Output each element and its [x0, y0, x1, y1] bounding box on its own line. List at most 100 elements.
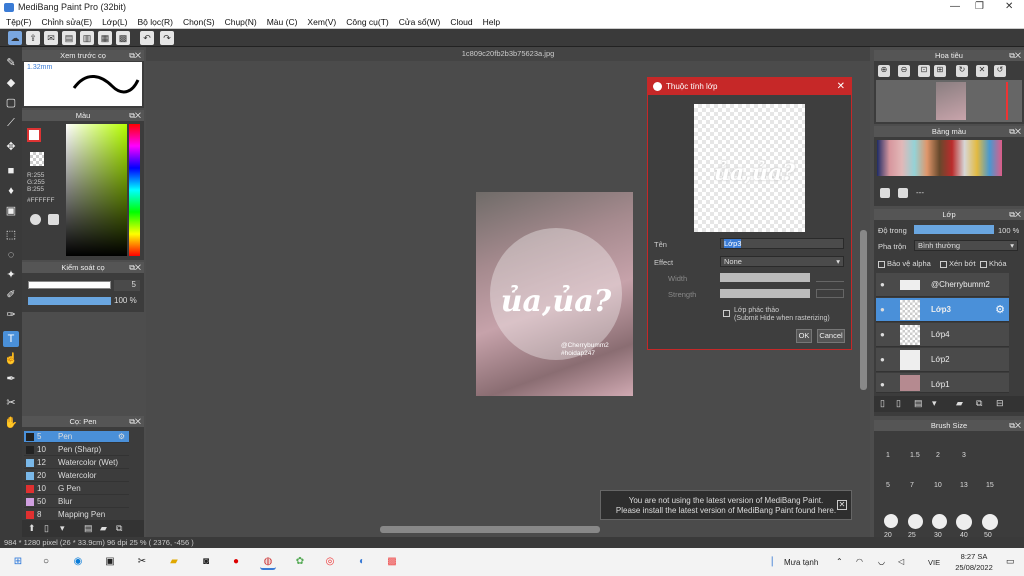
rectangle-tool-icon[interactable]: ▢ — [3, 95, 19, 111]
search-icon[interactable]: ○ — [38, 554, 54, 570]
cancel-button[interactable]: Cancel — [817, 329, 845, 343]
line-tool-icon[interactable]: ⟋ — [3, 115, 19, 131]
select-pen-icon[interactable]: ✐ — [3, 287, 19, 303]
document-image[interactable]: ủa,ủa? @Cherrybumm2 #hoidap247 — [476, 192, 633, 396]
brush-opacity-slider[interactable] — [28, 297, 111, 305]
brush-size-option[interactable]: 3 — [962, 452, 966, 459]
gear-icon[interactable]: ⚙ — [118, 431, 125, 443]
zoom-in-icon[interactable]: ⊕ — [878, 65, 890, 77]
lock-option[interactable]: Khóa — [980, 259, 1007, 268]
operation-tool-icon[interactable]: ☝ — [3, 351, 19, 367]
brush-size-dot[interactable] — [932, 514, 947, 529]
brush-tool-icon[interactable]: ✎ — [3, 55, 19, 71]
menu-snap[interactable]: Chụp(N) — [225, 17, 257, 27]
brush-size-dot[interactable] — [908, 514, 923, 529]
export-icon[interactable]: ⇪ — [26, 31, 40, 45]
ok-button[interactable]: OK — [796, 329, 812, 343]
select-tool-icon[interactable]: ⬚ — [3, 227, 19, 243]
brush-item[interactable]: 12 Watercolor (Wet) — [24, 457, 129, 469]
clipping-checkbox[interactable] — [940, 260, 947, 268]
eye-icon[interactable]: ● — [880, 280, 885, 289]
delete-layer-icon[interactable]: ⊟ — [996, 398, 1004, 409]
panel-menu-icon[interactable]: ⧉✕ — [1009, 50, 1021, 61]
copy-brush-icon[interactable]: ▤ — [84, 523, 93, 534]
layer-folder-icon[interactable]: ▰ — [956, 398, 963, 409]
capcut-icon[interactable]: ✂ — [134, 554, 150, 570]
brush-size-option[interactable]: 2 — [936, 452, 940, 459]
strength-slider[interactable] — [720, 289, 810, 298]
network-icon[interactable]: ◠ — [856, 557, 863, 566]
panel-menu-icon[interactable]: ⧉✕ — [1009, 209, 1021, 220]
brush-item[interactable]: 10 G Pen — [24, 483, 129, 495]
cloud-icon[interactable]: ☁ — [8, 31, 22, 45]
duplicate-icon[interactable]: ⧉ — [116, 523, 122, 534]
brush-size-option[interactable]: 13 — [960, 482, 968, 489]
brush-size-dot[interactable] — [982, 514, 998, 530]
office-icon[interactable]: ▩ — [384, 554, 400, 570]
color-wheel-icon[interactable] — [30, 214, 41, 225]
eye-icon[interactable]: ● — [880, 305, 885, 314]
brush-size-grid[interactable]: 1 1.5 2 3 5 7 10 13 15 20 25 30 40 50 — [878, 434, 1010, 539]
layer-name-input[interactable]: Lớp3 — [720, 238, 844, 249]
eye-icon[interactable]: ● — [880, 355, 885, 364]
brush-size-option[interactable]: 1.5 — [910, 452, 920, 459]
brush-item[interactable]: 50 Blur — [24, 496, 129, 508]
trash-icon[interactable] — [898, 188, 908, 198]
eraser-tool-icon[interactable]: ◆ — [3, 75, 19, 91]
color-saturation-box[interactable] — [66, 124, 127, 256]
layer-opacity-slider[interactable] — [914, 225, 994, 234]
menu-color[interactable]: Màu (C) — [267, 17, 298, 27]
brush-folder-icon[interactable]: ▰ — [100, 523, 107, 534]
palette-swatches[interactable] — [877, 140, 1002, 176]
clock-time[interactable]: 8:27 SA — [954, 552, 994, 561]
redo-icon[interactable]: ↷ — [160, 31, 174, 45]
brush-item[interactable]: 10 Pen (Sharp) — [24, 444, 129, 456]
menu-cloud[interactable]: Cloud — [450, 17, 472, 27]
menu-help[interactable]: Help — [483, 17, 500, 27]
blend-mode-select[interactable]: Bình thường ▾ — [914, 240, 1018, 251]
brush-size-dot[interactable] — [956, 514, 972, 530]
panel-menu-icon[interactable]: ⧉✕ — [129, 416, 141, 427]
brush-size-slider[interactable] — [28, 281, 111, 289]
gear-icon[interactable]: ⚙ — [995, 303, 1005, 316]
weather-text[interactable]: Mưa tạnh — [784, 558, 818, 567]
draft-layer-checkbox[interactable] — [723, 310, 730, 317]
zoom-out-icon[interactable]: ⊖ — [898, 65, 910, 77]
close-icon[interactable]: ✕ — [837, 500, 847, 510]
update-notice[interactable]: You are not using the latest version of … — [600, 490, 852, 520]
grid-icon[interactable]: ▩ — [116, 31, 130, 45]
brush-size-dot[interactable] — [884, 514, 898, 528]
layer-row[interactable]: ● Lớp1 — [876, 373, 1009, 393]
undo-icon[interactable]: ↶ — [140, 31, 154, 45]
pages-icon[interactable]: ▦ — [98, 31, 112, 45]
rotate-icon[interactable]: ↻ — [956, 65, 968, 77]
brush-menu-icon[interactable]: ▾ — [60, 523, 65, 534]
medibang-icon[interactable]: ◍ — [260, 554, 276, 570]
wifi-icon[interactable]: ◡ — [878, 557, 885, 566]
brush-size-option[interactable]: 15 — [986, 482, 994, 489]
menu-select[interactable]: Chọn(S) — [183, 17, 215, 27]
secondary-color-swatch[interactable] — [30, 152, 44, 166]
brush-item[interactable]: 5 Pen ⚙ — [24, 431, 129, 443]
record-icon[interactable]: ● — [228, 554, 244, 570]
store-icon[interactable]: ▣ — [102, 554, 118, 570]
chrome-icon[interactable]: ◎ — [322, 554, 338, 570]
protect-alpha-checkbox[interactable] — [878, 260, 885, 268]
comment-icon[interactable]: ✉ — [44, 31, 58, 45]
select-eraser-icon[interactable]: ✑ — [3, 307, 19, 323]
close-icon[interactable]: ✕ — [837, 78, 845, 95]
menu-edit[interactable]: Chỉnh sửa(E) — [42, 17, 93, 27]
new-layer-2-icon[interactable]: ▯ — [896, 398, 901, 409]
menu-file[interactable]: Tệp(F) — [6, 17, 32, 27]
layer-row[interactable]: ● @Cherrybumm2 — [876, 273, 1009, 297]
layer-row[interactable]: ● Lớp3 ⚙ — [876, 298, 1009, 322]
folder-icon[interactable]: ▰ — [166, 554, 182, 570]
effect-select[interactable]: None ▾ — [720, 256, 844, 267]
menu-tools[interactable]: Công cụ(T) — [346, 17, 389, 27]
divide-tool-icon[interactable]: ✂ — [3, 395, 19, 411]
strength-value[interactable] — [816, 289, 844, 298]
protect-alpha-option[interactable]: Bảo vệ alpha — [878, 259, 931, 268]
brush-size-option[interactable]: 1 — [886, 452, 890, 459]
actual-size-icon[interactable]: ⊞ — [934, 65, 946, 77]
brush-size-value[interactable]: 5 — [114, 280, 140, 291]
